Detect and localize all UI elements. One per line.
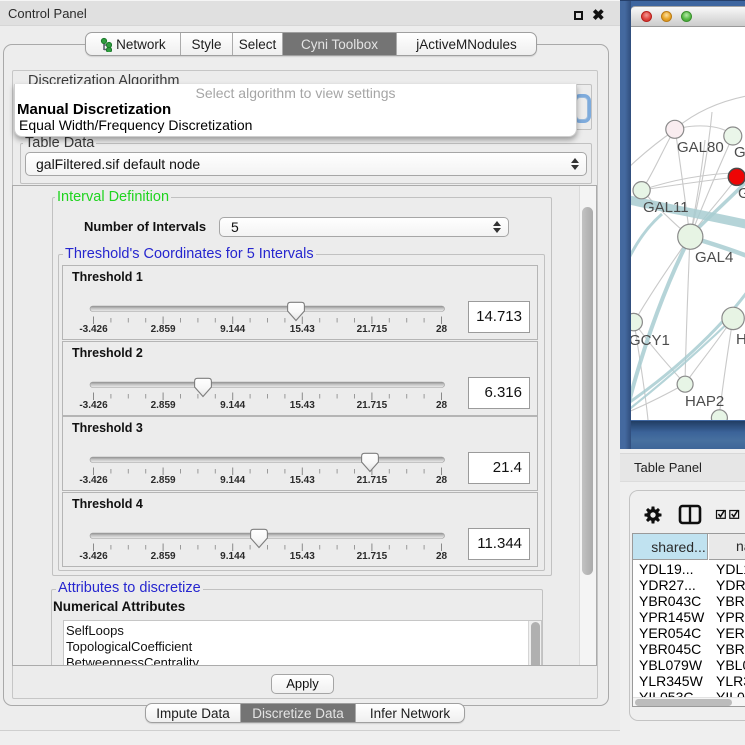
svg-text:HAP2: HAP2 (685, 393, 724, 410)
svg-text:GCY1: GCY1 (631, 332, 670, 349)
svg-text:GA: GA (734, 144, 745, 161)
svg-text:GAL80: GAL80 (677, 139, 724, 156)
svg-text:GAL4: GAL4 (695, 249, 733, 266)
svg-text:H: H (736, 331, 745, 348)
svg-text:G: G (738, 185, 745, 202)
svg-text:GAL11: GAL11 (643, 199, 689, 216)
